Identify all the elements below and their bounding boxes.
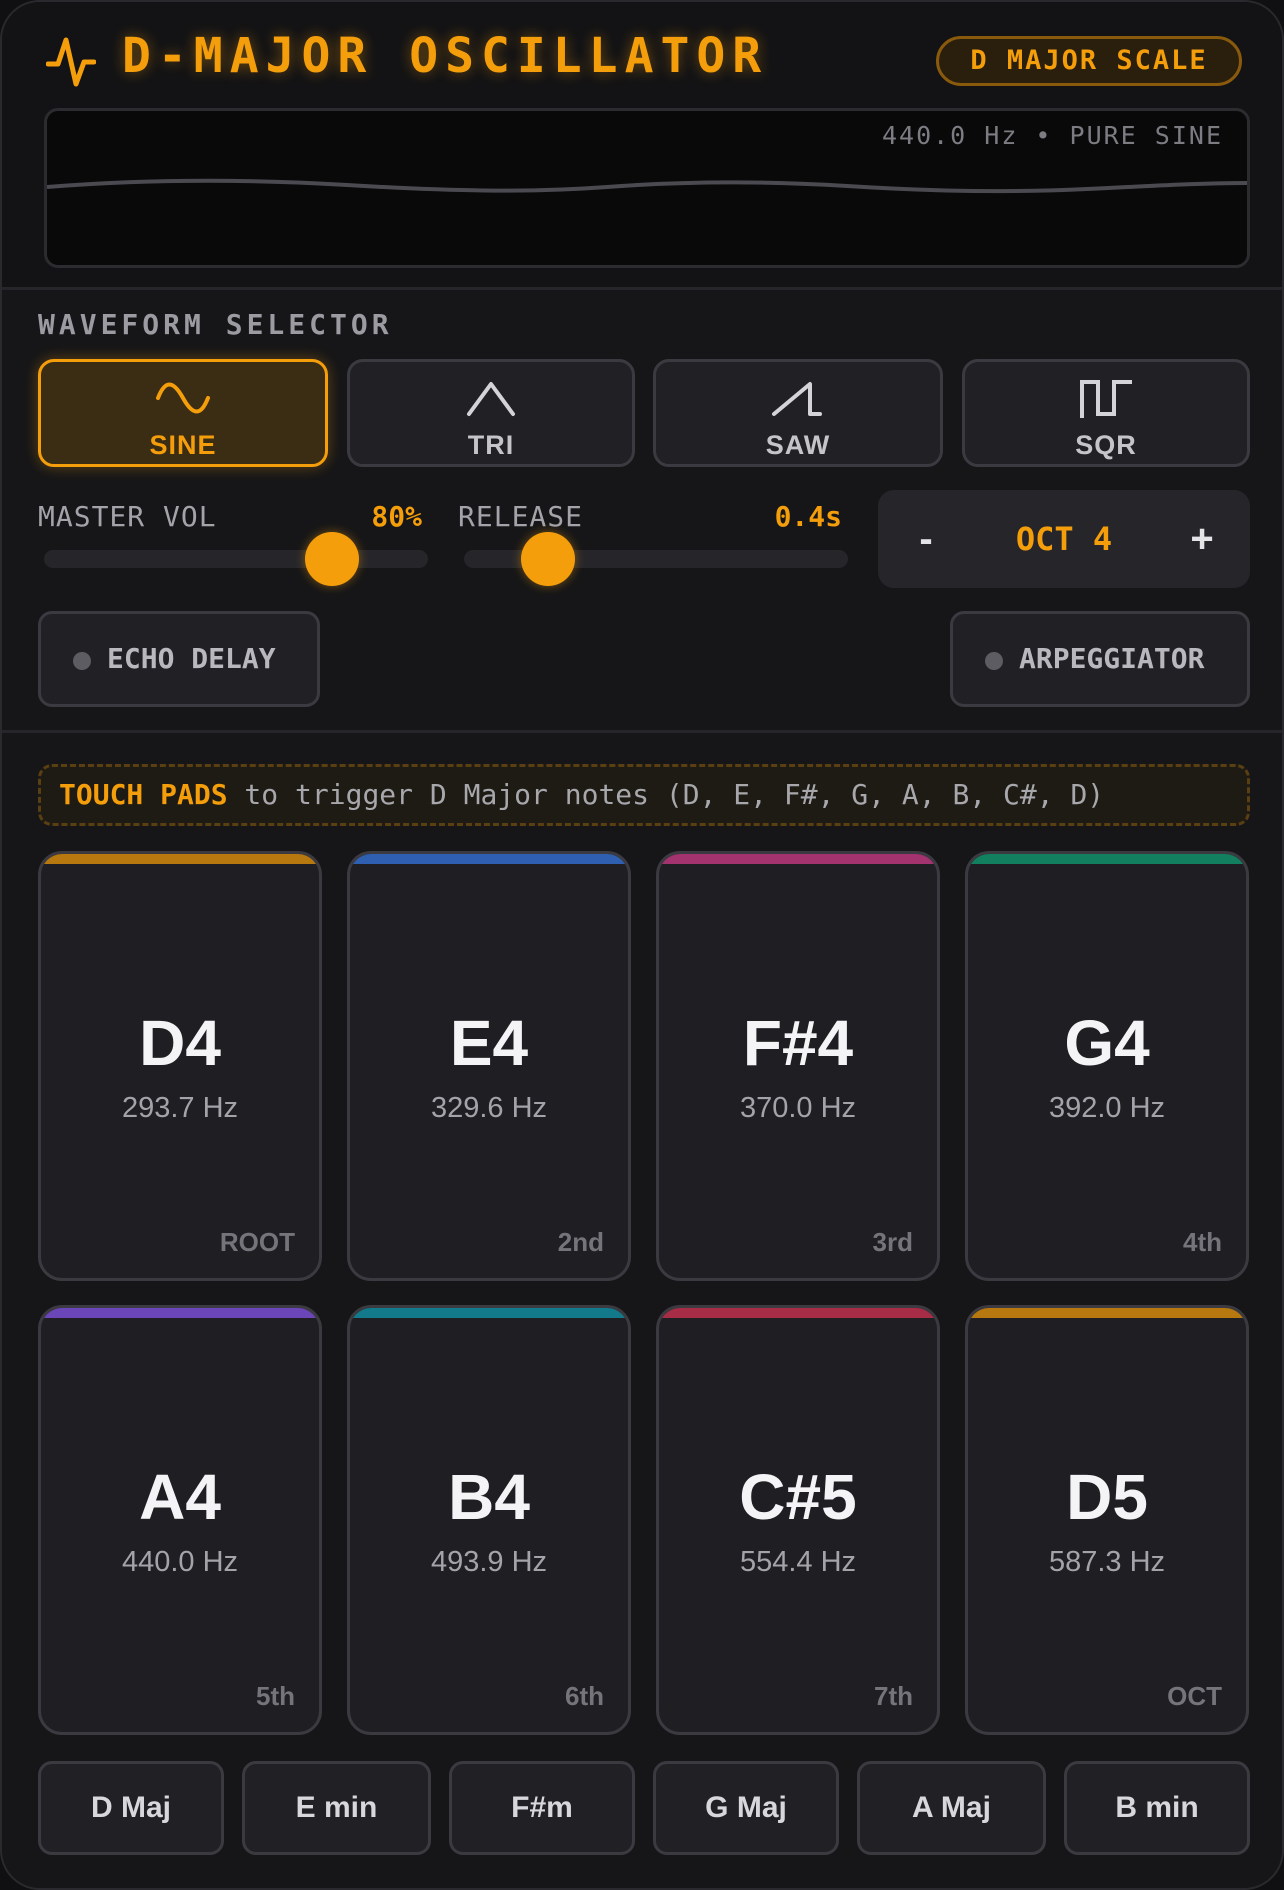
oscillator-app: D-MAJOR OSCILLATOR D MAJOR SCALE 440.0 H… [0,0,1284,1890]
note-pad-g4[interactable]: G4 392.0 Hz 4th [965,851,1249,1281]
pad-note: D5 [1066,1461,1148,1533]
waveform-square-button[interactable]: SQR [962,359,1250,467]
pad-frequency: 392.0 Hz [1048,1092,1166,1124]
waveform-label: SINE [149,430,217,460]
chord-button-b-min[interactable]: B min [1064,1761,1250,1855]
pad-accent-bar [659,854,937,864]
pad-frequency: 370.0 Hz [739,1092,857,1124]
pad-note: B4 [448,1461,530,1533]
header: D-MAJOR OSCILLATOR D MAJOR SCALE 440.0 H… [2,2,1282,290]
pad-note: A4 [139,1461,221,1533]
sine-wave-icon [156,382,210,414]
app-title: D-MAJOR OSCILLATOR [122,28,769,84]
release-value: 0.4s [774,500,842,533]
pad-degree: 7th [874,1681,913,1711]
sawtooth-wave-icon [772,382,822,416]
oscilloscope-display: 440.0 Hz • PURE SINE [44,108,1250,268]
master-volume-thumb[interactable] [305,532,359,586]
pad-degree: 5th [256,1681,295,1711]
note-pad-c-sharp5[interactable]: C#5 554.4 Hz 7th [656,1305,940,1735]
waveform-triangle-button[interactable]: TRI [347,359,635,467]
pulse-icon [46,37,96,87]
pad-note: C#5 [739,1461,857,1533]
note-pad-d4[interactable]: D4 293.7 Hz ROOT [38,851,322,1281]
chord-button-a-maj[interactable]: A Maj [857,1761,1046,1855]
waveform-label: SQR [1075,430,1137,460]
waveform-sine-button[interactable]: SINE [38,359,328,467]
pad-degree: 4th [1183,1227,1222,1257]
pad-accent-bar [350,1308,628,1318]
pad-frequency: 587.3 Hz [1048,1546,1166,1578]
waveform-saw-button[interactable]: SAW [653,359,943,467]
waveform-label: SAW [765,430,831,460]
arpeggiator-toggle[interactable]: ARPEGGIATOR [950,611,1250,707]
master-volume-label: MASTER VOL [38,500,217,533]
pad-degree: ROOT [219,1227,295,1257]
chord-button-g-maj[interactable]: G Maj [653,1761,839,1855]
instruction-body: to trigger D Major notes (D, E, F#, G, A… [227,778,1105,811]
pad-degree: OCT [1167,1681,1222,1711]
triangle-wave-icon [467,382,515,416]
release-slider[interactable] [464,532,848,586]
note-pad-a4[interactable]: A4 440.0 Hz 5th [38,1305,322,1735]
note-pad-f-sharp4[interactable]: F#4 370.0 Hz 3rd [656,851,940,1281]
waveform-section-label: WAVEFORM SELECTOR [38,308,393,341]
pad-degree: 2nd [557,1227,604,1257]
pad-frequency: 293.7 Hz [121,1092,239,1124]
status-dot [73,652,91,670]
octave-label: OCT 4 [1015,520,1113,558]
octave-down-button[interactable]: - [896,508,956,570]
pad-note: F#4 [742,1007,854,1079]
pad-accent-bar [350,854,628,864]
pad-frequency: 440.0 Hz [121,1546,239,1578]
octave-control: - OCT 4 + [878,490,1250,588]
instruction-text: TOUCH PADS to trigger D Major notes (D, … [59,767,1104,823]
pad-degree: 6th [565,1681,604,1711]
pad-degree: 3rd [872,1227,913,1257]
frequency-readout: 440.0 Hz • PURE SINE [881,121,1223,150]
release-label: RELEASE [458,500,584,533]
pad-note: E4 [449,1007,529,1079]
chord-button-f-sharp-min[interactable]: F#m [449,1761,635,1855]
pad-frequency: 329.6 Hz [430,1092,548,1124]
chord-button-d-maj[interactable]: D Maj [38,1761,224,1855]
note-pad-b4[interactable]: B4 493.9 Hz 6th [347,1305,631,1735]
square-wave-icon [1080,380,1132,418]
pad-accent-bar [659,1308,937,1318]
section-divider [2,730,1282,733]
pad-frequency: 493.9 Hz [430,1546,548,1578]
pad-note: G4 [1064,1007,1150,1079]
arpeggiator-label: ARPEGGIATOR [1019,642,1205,675]
note-pad-d5[interactable]: D5 587.3 Hz OCT [965,1305,1249,1735]
pad-accent-bar [968,854,1246,864]
note-pad-e4[interactable]: E4 329.6 Hz 2nd [347,851,631,1281]
pad-accent-bar [41,1308,319,1318]
chord-button-e-min[interactable]: E min [242,1761,431,1855]
pad-accent-bar [968,1308,1246,1318]
waveform-label: TRI [467,430,515,460]
status-dot [985,652,1003,670]
echo-delay-label: ECHO DELAY [107,642,276,675]
pad-frequency: 554.4 Hz [739,1546,857,1578]
release-thumb[interactable] [521,532,576,586]
octave-up-button[interactable]: + [1172,508,1232,570]
instruction-emphasis: TOUCH PADS [59,778,228,811]
master-volume-slider[interactable] [44,532,428,586]
echo-delay-toggle[interactable]: ECHO DELAY [38,611,320,707]
master-volume-value: 80% [371,500,422,533]
pad-note: D4 [139,1007,221,1079]
pad-accent-bar [41,854,319,864]
instruction-banner: TOUCH PADS to trigger D Major notes (D, … [38,764,1250,826]
scale-badge[interactable]: D MAJOR SCALE [936,36,1242,86]
